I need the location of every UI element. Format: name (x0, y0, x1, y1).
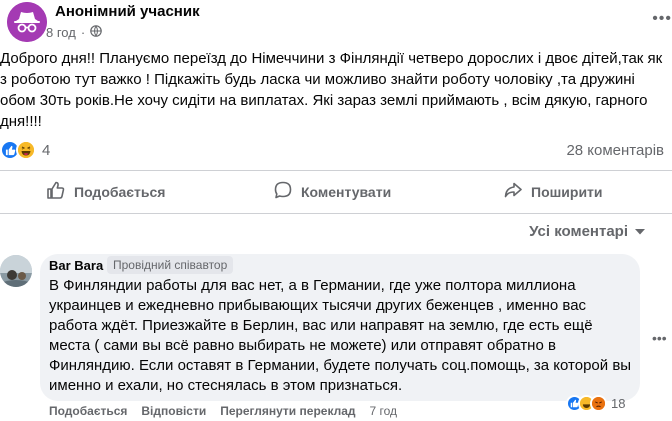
haha-icon (16, 140, 36, 160)
contributor-badge: Провідний співавтор (107, 256, 234, 274)
share-button[interactable]: Поширити (503, 180, 603, 203)
anonymous-avatar[interactable] (7, 2, 47, 42)
like-label: Подобається (74, 183, 166, 200)
share-arrow-icon (503, 180, 523, 203)
comment-bubble-icon (273, 180, 293, 203)
comments-filter-label: Усі коментарі (529, 223, 628, 240)
translate-button[interactable]: Переглянути переклад (220, 404, 355, 418)
post-reactions[interactable]: 4 (0, 140, 50, 160)
comment-more-options-button[interactable]: ••• (652, 330, 667, 346)
divider-bottom (0, 213, 672, 214)
comment-time[interactable]: 7 год (370, 404, 398, 418)
post-meta: 8 год · (46, 25, 102, 40)
comment-actions: Подобається Відповісти Переглянути перек… (49, 404, 397, 418)
thumbs-up-icon (46, 180, 66, 203)
audience-globe-icon[interactable] (90, 25, 102, 40)
comments-count-link[interactable]: 28 коментарів (566, 142, 664, 159)
reaction-count: 4 (42, 141, 51, 159)
divider-top (0, 170, 672, 171)
comment-reactions[interactable]: 18 (566, 395, 625, 412)
post-author[interactable]: Анонімний учасник (55, 3, 200, 20)
comment-label: Коментувати (301, 183, 392, 200)
comment-reply-button[interactable]: Відповісти (141, 404, 206, 418)
comments-filter-dropdown[interactable]: Усі коментарі (529, 223, 646, 240)
comment-button[interactable]: Коментувати (273, 180, 391, 203)
comment-reaction-count: 18 (611, 396, 626, 411)
post-time[interactable]: 8 год (46, 25, 76, 40)
post-more-options-button[interactable]: ••• (652, 10, 672, 28)
post-text: Доброго дня!! Плануємо переїзд до Німечч… (0, 50, 663, 130)
comment-author[interactable]: Bar Bara (49, 258, 103, 273)
share-label: Поширити (531, 183, 603, 200)
comment-text: В Финляндии работы для вас нет, а в Герм… (49, 277, 632, 394)
like-button[interactable]: Подобається (46, 180, 165, 203)
comment-like-button[interactable]: Подобається (49, 404, 127, 418)
commenter-avatar[interactable] (0, 255, 32, 287)
dot-separator: · (80, 25, 86, 40)
angry-icon (590, 395, 607, 412)
chevron-down-icon (634, 223, 646, 240)
